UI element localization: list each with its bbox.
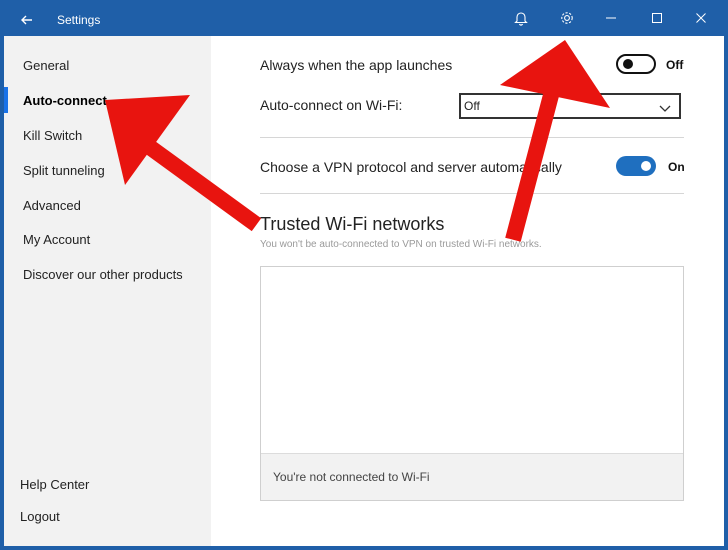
protocol-toggle[interactable] [616,156,656,176]
divider [260,137,684,138]
sidebar-item-kill-switch[interactable]: Kill Switch [23,128,82,143]
active-indicator [4,87,8,113]
sidebar-item-auto-connect[interactable]: Auto-connect [23,93,107,108]
back-button[interactable] [14,8,40,32]
wifi-status-text: You're not connected to Wi-Fi [273,470,430,484]
wifi-select[interactable]: Off [459,93,681,119]
auto-connect-panel: Always when the app launches Off Auto-co… [211,36,724,546]
trusted-networks-subtitle: You won't be auto-connected to VPN on tr… [260,239,542,250]
sidebar: General Auto-connect Kill Switch Split t… [4,36,211,546]
settings-button[interactable] [553,8,581,32]
wifi-label: Auto-connect on Wi-Fi: [260,97,403,113]
bell-icon [514,10,528,31]
wifi-select-value: Off [464,99,480,113]
divider [260,193,684,194]
window-title: Settings [57,13,101,27]
gear-icon [559,10,575,31]
protocol-toggle-state: On [668,160,685,174]
title-bar: Settings [4,4,724,36]
launch-toggle-state: Off [666,58,684,72]
sidebar-item-discover-products[interactable]: Discover our other products [23,267,183,282]
logout-link[interactable]: Logout [20,509,60,524]
trusted-networks-title: Trusted Wi-Fi networks [260,214,445,234]
settings-window: Settings General Auto-connect Kill Switc… [4,4,724,546]
close-button[interactable] [687,8,715,32]
sidebar-item-my-account[interactable]: My Account [23,232,90,247]
toggle-knob [623,59,633,69]
toggle-knob [641,161,651,171]
sidebar-item-general[interactable]: General [23,58,69,73]
trusted-networks-list[interactable]: You're not connected to Wi-Fi [260,266,684,501]
close-icon [695,11,707,29]
back-arrow-icon [14,15,40,36]
launch-toggle[interactable] [616,54,656,74]
help-center-link[interactable]: Help Center [20,477,89,492]
notifications-button[interactable] [507,8,535,32]
chevron-down-icon [659,101,671,119]
minimize-button[interactable] [597,8,625,32]
sidebar-item-split-tunneling[interactable]: Split tunneling [23,163,105,178]
launch-label: Always when the app launches [260,57,453,73]
protocol-label: Choose a VPN protocol and server automat… [260,159,562,175]
sidebar-item-advanced[interactable]: Advanced [23,198,81,213]
minimize-icon [605,11,617,29]
maximize-button[interactable] [643,8,671,32]
maximize-icon [651,11,663,29]
wifi-status-footer: You're not connected to Wi-Fi [261,453,683,500]
